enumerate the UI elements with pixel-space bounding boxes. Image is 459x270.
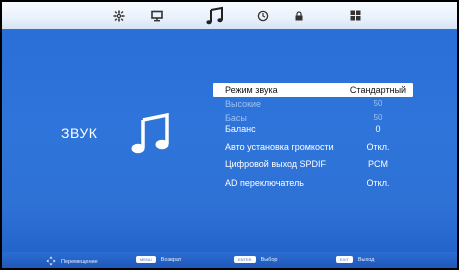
- hint-back: MENU Возврат: [136, 256, 181, 263]
- menu-item-value: 50: [373, 113, 383, 122]
- hint-exit-label: Выход: [357, 256, 375, 263]
- menu-item-treble[interactable]: Высокие 50: [213, 97, 413, 111]
- menu-item-balance[interactable]: Баланс 0: [213, 122, 413, 136]
- monitor-icon[interactable]: [148, 2, 166, 29]
- exit-key: EXIT: [336, 256, 353, 263]
- menu-item-ad-switch[interactable]: AD переключатель Откл.: [213, 176, 413, 190]
- hint-select-label: Выбор: [260, 256, 278, 263]
- menu-item-value: Стандартный: [349, 85, 407, 95]
- menu-item-label: AD переключатель: [225, 178, 304, 188]
- top-tab-bar: [2, 2, 457, 29]
- dpad-icon: [46, 256, 56, 268]
- bottom-hint-bar: Перемещение MENU Возврат ENTER Выбор EXI…: [2, 252, 457, 268]
- menu-item-value: PCM: [368, 159, 388, 169]
- windows-grid-icon[interactable]: [346, 2, 364, 29]
- menu-item-value: Откл.: [366, 178, 390, 188]
- menu-item-label: Авто установка громкости: [225, 142, 334, 152]
- music-note-icon[interactable]: [202, 2, 228, 29]
- hint-exit: EXIT Выход: [336, 256, 374, 263]
- enter-key: ENTER: [234, 256, 256, 263]
- menu-item-label: Цифровой выход SPDIF: [225, 159, 327, 169]
- menu-item-spdif[interactable]: Цифровой выход SPDIF PCM: [213, 157, 413, 171]
- menu-item-auto-volume[interactable]: Авто установка громкости Откл.: [213, 140, 413, 154]
- menu-item-label: Высокие: [225, 99, 262, 109]
- section-title: ЗВУК: [61, 125, 98, 141]
- menu-item-value: 0: [375, 124, 381, 134]
- hint-move: Перемещение: [46, 256, 98, 268]
- lock-icon[interactable]: [290, 2, 308, 29]
- hint-select: ENTER Выбор: [234, 256, 277, 263]
- clock-icon[interactable]: [254, 2, 272, 29]
- hint-move-label: Перемещение: [61, 259, 98, 265]
- gear-icon[interactable]: [110, 2, 128, 29]
- menu-item-value: 50: [373, 99, 383, 108]
- hint-back-label: Возврат: [160, 256, 182, 263]
- menu-item-sound-mode[interactable]: Режим звука Стандартный: [213, 83, 413, 97]
- menu-key: MENU: [136, 256, 156, 263]
- menu-item-label: Режим звука: [225, 85, 278, 95]
- menu-item-label: Баланс: [225, 124, 256, 134]
- menu-item-value: Откл.: [366, 142, 390, 152]
- music-note-icon: [130, 112, 172, 161]
